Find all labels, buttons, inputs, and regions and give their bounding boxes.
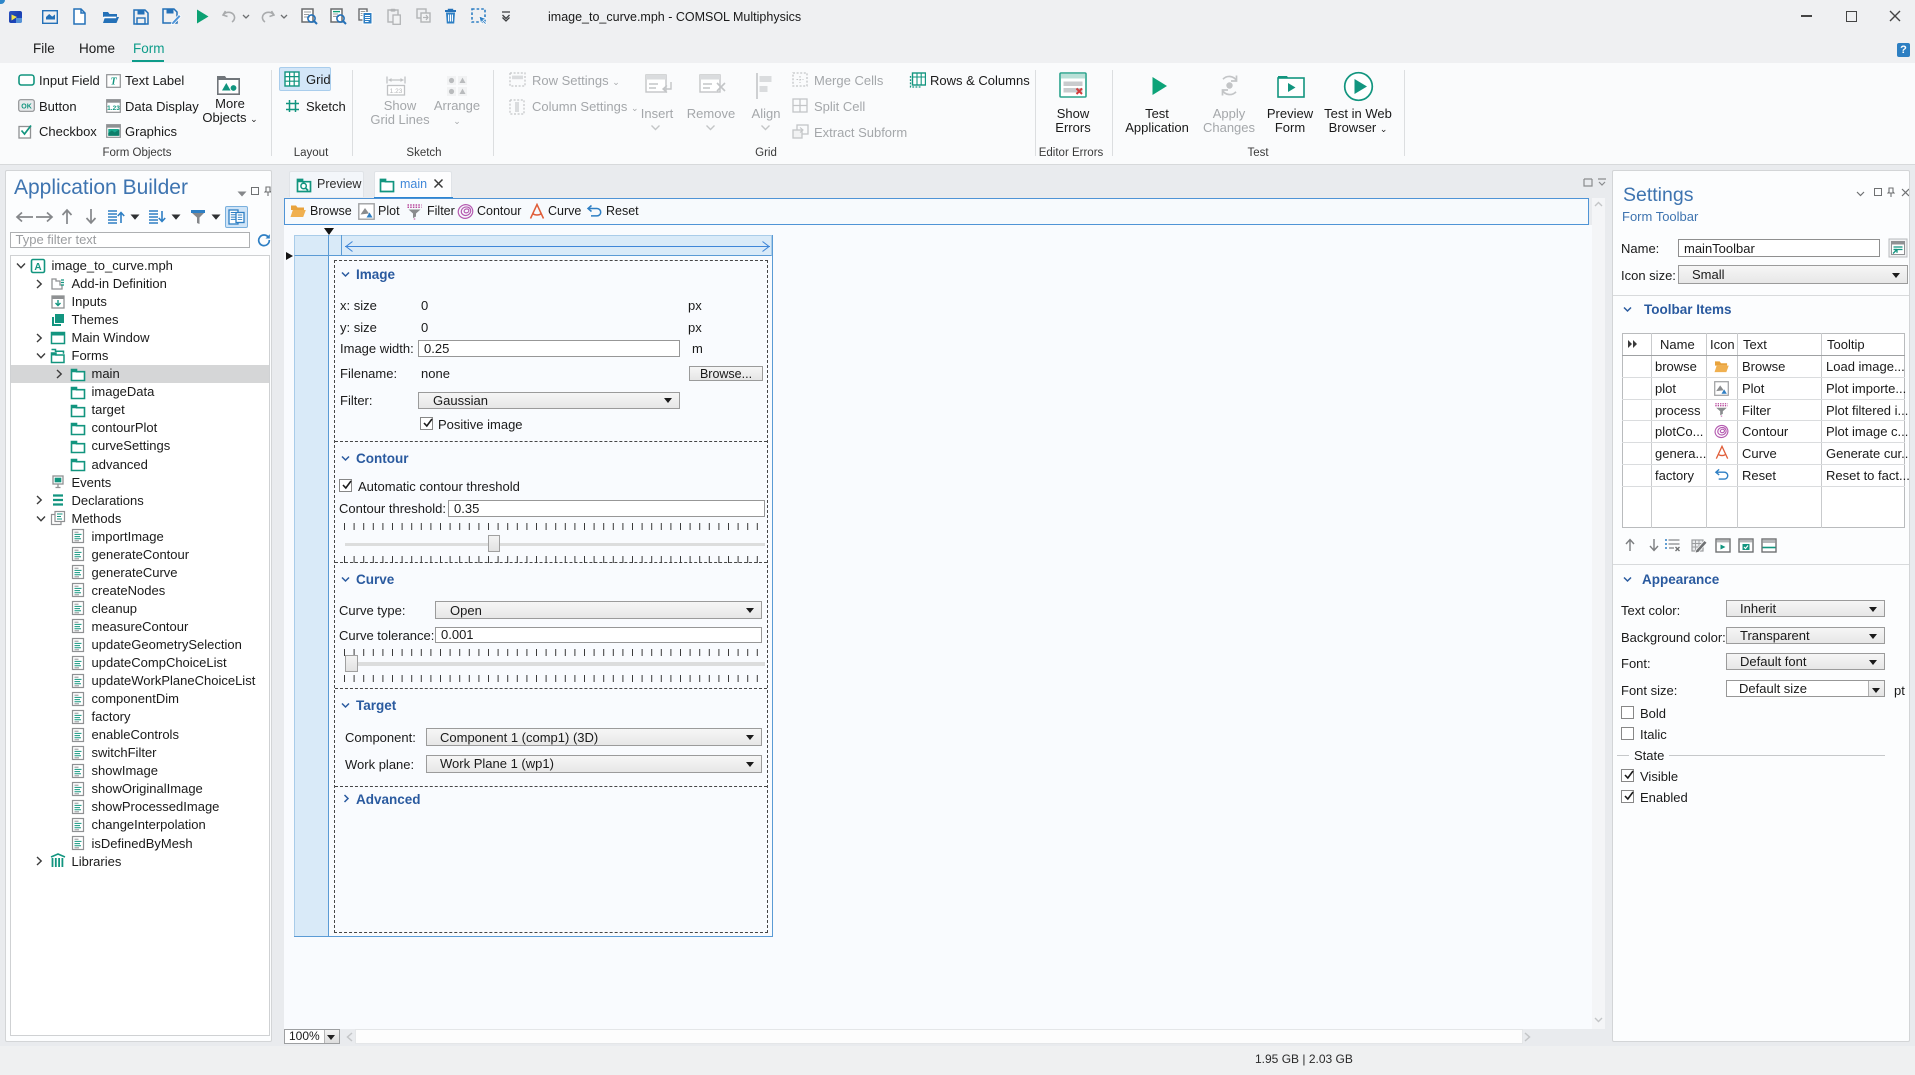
svg-text:OK: OK [21, 104, 32, 111]
svg-text:A: A [34, 262, 41, 273]
svg-text:1.23: 1.23 [390, 88, 403, 95]
svg-text:T: T [110, 77, 117, 88]
svg-text:1.23: 1.23 [107, 105, 120, 112]
